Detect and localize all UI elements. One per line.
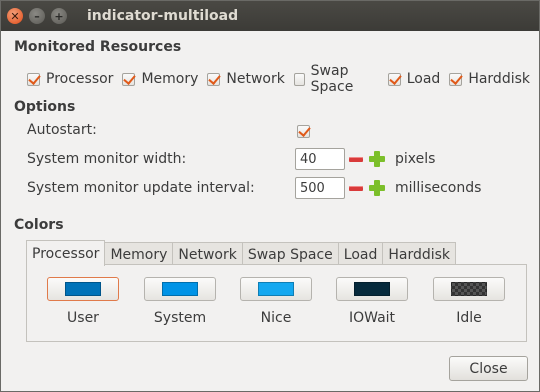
user-color-label: User: [67, 310, 99, 326]
system-color-label: System: [153, 310, 207, 326]
tab-swap-space[interactable]: Swap Space: [241, 242, 339, 266]
iowait-color-swatch: [354, 282, 390, 296]
color-user: User: [47, 277, 119, 326]
window-title: indicator-multiload: [87, 8, 239, 24]
checkbox-load[interactable]: Load: [387, 71, 441, 87]
tab-processor[interactable]: Processor: [26, 240, 106, 266]
monitor-width-label: System monitor width:: [27, 151, 187, 167]
title-bar: ✕ – + indicator-multiload: [1, 1, 539, 31]
checkbox-label: Swap Space: [310, 63, 354, 95]
minus-icon: [349, 185, 363, 191]
interval-unit-label: milliseconds: [395, 180, 482, 196]
checkbox-label: Network: [226, 71, 285, 87]
processor-colors-panel: User System Nice IOWait Idle: [26, 264, 527, 342]
checkbox-processor[interactable]: Processor: [27, 71, 113, 87]
autostart-checkbox[interactable]: [297, 125, 310, 138]
nice-color-label: Nice: [260, 310, 292, 326]
dialog-window: ✕ – + indicator-multiload Monitored Reso…: [0, 0, 540, 392]
update-interval-spinner: milliseconds: [295, 177, 481, 199]
checkbox-label: Memory: [141, 71, 199, 87]
increment-width-button[interactable]: [367, 149, 387, 169]
user-color-button[interactable]: [47, 277, 119, 301]
color-idle: Idle: [433, 277, 505, 326]
options-heading: Options: [14, 99, 76, 115]
color-iowait: IOWait: [336, 277, 408, 326]
harddisk-checkbox[interactable]: [449, 72, 463, 86]
iowait-color-button[interactable]: [336, 277, 408, 301]
monitor-width-input[interactable]: [295, 148, 345, 170]
plus-icon: [368, 150, 386, 168]
maximize-window-icon[interactable]: +: [51, 8, 67, 24]
monitor-width-spinner: pixels: [295, 148, 435, 170]
idle-color-button[interactable]: [433, 277, 505, 301]
close-button[interactable]: Close: [449, 356, 528, 381]
close-window-icon[interactable]: ✕: [7, 8, 23, 24]
tab-load[interactable]: Load: [337, 242, 384, 266]
nice-color-swatch: [258, 282, 294, 296]
checkbox-harddisk[interactable]: Harddisk: [449, 71, 530, 87]
iowait-color-label: IOWait: [348, 310, 396, 326]
swap-space-checkbox[interactable]: [293, 72, 305, 86]
checkbox-label: Harddisk: [468, 71, 530, 87]
minus-icon: [349, 156, 363, 162]
colors-tab-bar: Processor Memory Network Swap Space Load…: [26, 240, 457, 266]
tab-network[interactable]: Network: [172, 242, 243, 266]
plus-icon: [368, 179, 386, 197]
network-checkbox[interactable]: [207, 72, 221, 86]
color-system: System: [144, 277, 216, 326]
tab-memory[interactable]: Memory: [104, 242, 174, 266]
system-color-swatch: [162, 282, 198, 296]
autostart-label: Autostart:: [27, 122, 97, 138]
increment-interval-button[interactable]: [367, 178, 387, 198]
monitored-resources-heading: Monitored Resources: [14, 39, 182, 55]
nice-color-button[interactable]: [240, 277, 312, 301]
colors-heading: Colors: [14, 217, 64, 233]
decrement-interval-button[interactable]: [346, 178, 366, 198]
minimize-window-icon[interactable]: –: [29, 8, 45, 24]
update-interval-input[interactable]: [295, 177, 345, 199]
checkbox-label: Load: [406, 71, 441, 87]
idle-color-label: Idle: [456, 310, 482, 326]
system-color-button[interactable]: [144, 277, 216, 301]
load-checkbox[interactable]: [387, 72, 401, 86]
checkbox-swap-space[interactable]: Swap Space: [293, 63, 379, 95]
checkbox-label: Processor: [46, 71, 114, 87]
user-color-swatch: [65, 282, 101, 296]
tab-harddisk[interactable]: Harddisk: [382, 242, 457, 266]
color-nice: Nice: [240, 277, 312, 326]
checkbox-network[interactable]: Network: [207, 71, 285, 87]
decrement-width-button[interactable]: [346, 149, 366, 169]
update-interval-label: System monitor update interval:: [27, 180, 255, 196]
monitored-resources-list: Processor Memory Network Swap Space Load…: [27, 63, 539, 95]
width-unit-label: pixels: [395, 151, 436, 167]
processor-checkbox[interactable]: [27, 72, 40, 86]
checkbox-memory[interactable]: Memory: [122, 71, 198, 87]
idle-color-swatch: [451, 282, 487, 296]
memory-checkbox[interactable]: [122, 72, 136, 86]
